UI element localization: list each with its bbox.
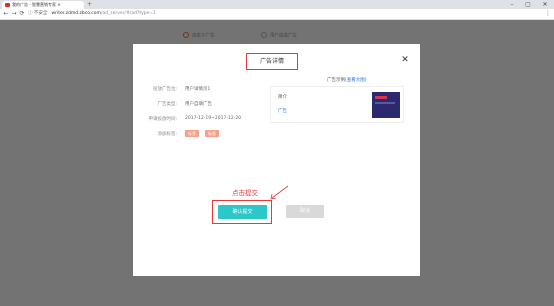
preview-intro: 简介 bbox=[278, 95, 287, 100]
thumb-logo-shape bbox=[375, 96, 387, 99]
ad-preview-card: 简介 广告 bbox=[270, 86, 404, 123]
field-label: 添加标签: bbox=[157, 132, 177, 137]
minimize-button[interactable]: – bbox=[505, 0, 519, 9]
field-value: 2017-12-19~2017-12-20 bbox=[185, 116, 242, 121]
field-value: 用户详情页1 bbox=[185, 87, 211, 92]
maximize-button[interactable]: ▢ bbox=[521, 0, 535, 9]
security-indicator[interactable]: ⓘ 不安全 bbox=[28, 11, 47, 16]
annotation-text: 点击提交 bbox=[232, 189, 258, 197]
confirm-submit-button[interactable]: 确认提交 bbox=[218, 205, 267, 219]
field-label: 广告类型: bbox=[157, 102, 177, 107]
field-label: 申请投放时间: bbox=[148, 117, 177, 122]
tag-list: 标签 标签 bbox=[185, 130, 225, 137]
preview-label: 广告示例 bbox=[327, 78, 345, 83]
window-close-button[interactable]: ✕ bbox=[538, 0, 552, 9]
browser-tab[interactable]: 我的广告 - 智慧营销专家 × bbox=[2, 1, 84, 9]
favicon-icon bbox=[5, 3, 10, 7]
tab-title: 我的广告 - 智慧营销专家 × bbox=[12, 2, 61, 7]
url-field[interactable]: ⓘ 不安全 writer.zdmd.zbco.com/ad_server/#/ad… bbox=[28, 10, 528, 18]
cancel-button[interactable]: 取消 bbox=[286, 205, 324, 218]
address-bar: ← → ⟳ ⓘ 不安全 writer.zdmd.zbco.com/ad_serve… bbox=[0, 9, 554, 20]
preview-ad-link[interactable]: 广告 bbox=[278, 108, 287, 114]
url-host: writer.zdmd.zbco.com bbox=[51, 11, 101, 16]
preview-thumbnail bbox=[372, 92, 400, 118]
thumb-text-shape bbox=[375, 102, 395, 104]
preview-header: 广告示例(查看大图) bbox=[327, 77, 367, 83]
tag-chip[interactable]: 标签 bbox=[185, 130, 199, 137]
browser-tab-bar: 我的广告 - 智慧营销专家 × + – ▢ ✕ bbox=[0, 0, 554, 9]
close-icon[interactable]: ✕ bbox=[400, 55, 410, 65]
view-large-link[interactable]: (查看大图) bbox=[345, 78, 367, 83]
url-path: /ad_server/#/ad?type=1 bbox=[100, 11, 157, 16]
back-icon[interactable]: ← bbox=[2, 9, 10, 19]
tag-chip[interactable]: 标签 bbox=[205, 130, 219, 137]
confirm-highlight: 确认提交 bbox=[212, 200, 272, 224]
reload-icon[interactable]: ⟳ bbox=[18, 9, 26, 19]
forward-icon[interactable]: → bbox=[10, 9, 18, 19]
field-label: 投放广告位: bbox=[152, 87, 177, 92]
new-tab-button[interactable]: + bbox=[87, 1, 95, 8]
browser-menu-icon[interactable]: ⋮ bbox=[544, 9, 552, 19]
ad-detail-modal: 广告详情 ✕ 投放广告位: 用户详情页1 广告类型: 用户自填广告 申请投放时间… bbox=[133, 44, 420, 276]
field-value: 用户自填广告 bbox=[185, 102, 212, 107]
modal-title: 广告详情 bbox=[246, 53, 298, 70]
